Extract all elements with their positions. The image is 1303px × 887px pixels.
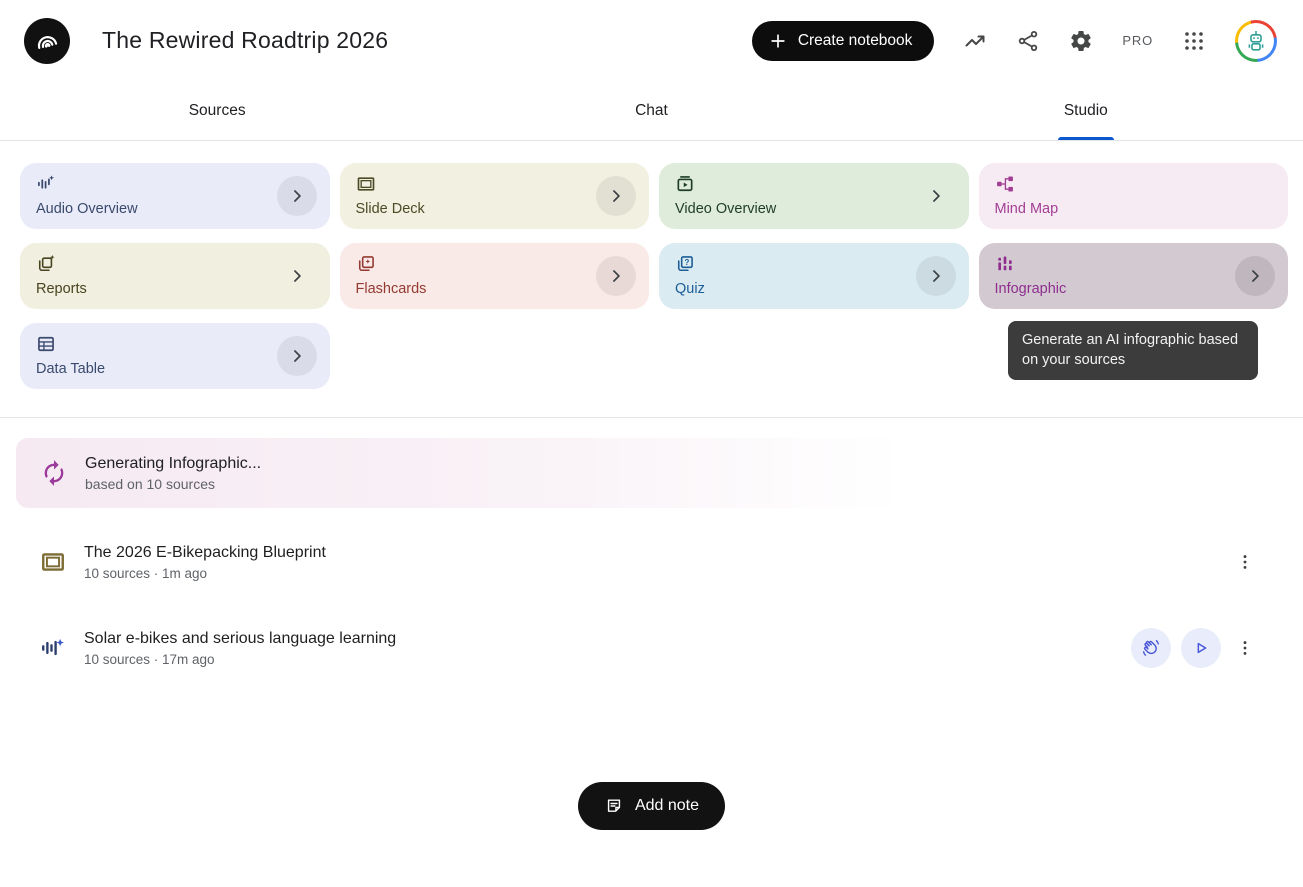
artifact-meta: 10 sources · 1m ago [84, 566, 326, 581]
card-label: Reports [36, 281, 314, 297]
infographic-tooltip: Generate an AI infographic based on your… [1008, 321, 1258, 380]
artifact-title: Solar e-bikes and serious language learn… [84, 630, 396, 648]
card-reports[interactable]: Reports [20, 243, 330, 309]
trending-up-icon [963, 29, 987, 53]
chevron-right-icon[interactable] [596, 256, 636, 296]
slide-frame-icon [356, 174, 376, 194]
create-notebook-button[interactable]: Create notebook [752, 21, 935, 61]
card-slide-deck[interactable]: Slide Deck [340, 163, 650, 229]
generating-text: Generating Infographic... based on 10 so… [85, 455, 261, 492]
more-vertical-icon [1235, 552, 1255, 572]
card-label: Quiz [675, 281, 953, 297]
tab-sources[interactable]: Sources [0, 81, 434, 140]
settings-gear-icon [1069, 29, 1093, 53]
card-mind-map[interactable]: Mind Map [979, 163, 1289, 229]
artifact-controls [1131, 628, 1259, 668]
tab-studio-label: Studio [1064, 102, 1108, 120]
card-label: Infographic [995, 281, 1273, 297]
card-quiz[interactable]: ? Quiz [659, 243, 969, 309]
add-note-button[interactable]: Add note [578, 782, 725, 830]
artifact-title: The 2026 E-Bikepacking Blueprint [84, 544, 326, 562]
card-label: Mind Map [995, 201, 1273, 217]
chevron-right-icon[interactable] [916, 256, 956, 296]
add-note-label: Add note [635, 797, 699, 815]
more-options-button[interactable] [1231, 628, 1259, 668]
chevron-right-icon[interactable] [277, 336, 317, 376]
artifact-controls [1231, 542, 1259, 582]
chevron-right-icon[interactable] [1235, 256, 1275, 296]
account-avatar[interactable] [1235, 20, 1277, 62]
audio-waveform-sparkle-icon [36, 174, 56, 194]
video-player-icon [675, 174, 695, 194]
play-audio-button[interactable] [1181, 628, 1221, 668]
wave-hand-icon [1141, 638, 1161, 658]
artifact-text: Solar e-bikes and serious language learn… [84, 630, 396, 667]
avatar-robot [1238, 23, 1274, 59]
pro-badge: PRO [1122, 33, 1153, 48]
generating-infographic-row: Generating Infographic... based on 10 so… [16, 438, 931, 508]
logo-arcs-icon [34, 28, 60, 54]
artifact-meta: 10 sources · 17m ago [84, 652, 396, 667]
play-icon [1191, 638, 1211, 658]
chevron-right-icon[interactable] [596, 176, 636, 216]
artifact-text: The 2026 E-Bikepacking Blueprint 10 sour… [84, 544, 326, 581]
artifact-row-slide-deck[interactable]: The 2026 E-Bikepacking Blueprint 10 sour… [0, 530, 1303, 594]
app-header: The Rewired Roadtrip 2026 Create noteboo… [0, 0, 1303, 81]
apps-grid-icon [1182, 29, 1206, 53]
tab-chat-label: Chat [635, 102, 668, 120]
google-apps-button[interactable] [1182, 29, 1206, 53]
audio-item-icon [40, 635, 66, 661]
card-label: Slide Deck [356, 201, 634, 217]
interactive-mode-button[interactable] [1131, 628, 1171, 668]
note-add-icon [604, 796, 624, 816]
report-pages-sparkle-icon [36, 254, 56, 274]
more-vertical-icon [1235, 638, 1255, 658]
card-data-table[interactable]: Data Table [20, 323, 330, 389]
quiz-cards-question-icon: ? [675, 254, 695, 274]
data-table-grid-icon [36, 334, 56, 354]
section-divider [0, 417, 1303, 418]
header-actions: Create notebook PRO [752, 20, 1277, 62]
share-icon [1016, 29, 1040, 53]
chevron-right-icon[interactable] [277, 256, 317, 296]
card-label: Flashcards [356, 281, 634, 297]
analytics-button[interactable] [963, 29, 987, 53]
card-label: Data Table [36, 361, 314, 377]
tab-studio[interactable]: Studio [869, 81, 1303, 140]
svg-text:?: ? [684, 258, 689, 267]
more-options-button[interactable] [1231, 542, 1259, 582]
add-note-container: Add note [0, 782, 1303, 830]
robot-icon [1244, 29, 1268, 53]
card-label: Audio Overview [36, 201, 314, 217]
settings-button[interactable] [1069, 29, 1093, 53]
active-tab-underline [1058, 137, 1114, 140]
tab-chat[interactable]: Chat [434, 81, 868, 140]
chevron-right-icon[interactable] [916, 176, 956, 216]
generating-subtitle: based on 10 sources [85, 476, 261, 492]
tab-sources-label: Sources [189, 102, 246, 120]
notebook-title[interactable]: The Rewired Roadtrip 2026 [102, 27, 388, 54]
notebooklm-logo[interactable] [24, 18, 70, 64]
panel-tabs: Sources Chat Studio [0, 81, 1303, 141]
card-audio-overview[interactable]: Audio Overview [20, 163, 330, 229]
flashcards-star-icon [356, 254, 376, 274]
card-infographic[interactable]: Infographic [979, 243, 1289, 309]
create-notebook-label: Create notebook [798, 32, 913, 50]
mindmap-nodes-icon [995, 174, 1015, 194]
sync-spinner-icon [40, 459, 68, 487]
card-video-overview[interactable]: Video Overview [659, 163, 969, 229]
chevron-right-icon[interactable] [277, 176, 317, 216]
plus-icon [768, 31, 788, 51]
card-label: Video Overview [675, 201, 953, 217]
share-button[interactable] [1016, 29, 1040, 53]
artifact-row-audio-overview[interactable]: Solar e-bikes and serious language learn… [0, 616, 1303, 680]
card-flashcards[interactable]: Flashcards [340, 243, 650, 309]
generating-title: Generating Infographic... [85, 455, 261, 473]
bar-chart-icon [995, 254, 1015, 274]
slide-deck-item-icon [40, 549, 66, 575]
notebooklm-app: The Rewired Roadtrip 2026 Create noteboo… [0, 0, 1303, 830]
